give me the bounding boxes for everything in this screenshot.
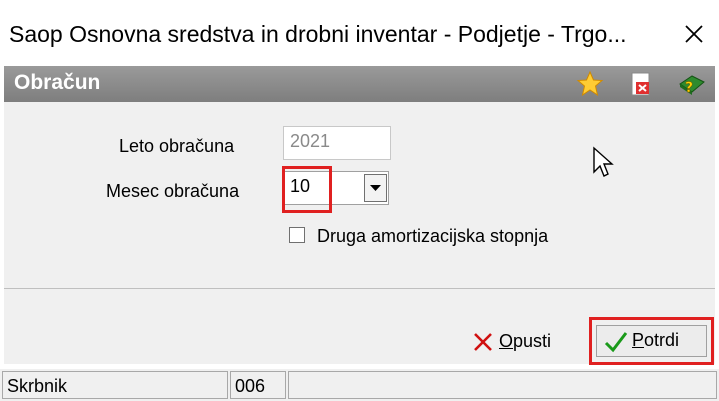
star-icon[interactable] bbox=[576, 70, 604, 98]
potrdi-label: Potrdi bbox=[632, 330, 680, 350]
mesec-dropdown-button[interactable] bbox=[364, 174, 387, 202]
status-code: 006 bbox=[230, 371, 286, 399]
leto-obracuna-field: 2021 bbox=[283, 126, 391, 160]
svg-text:?: ? bbox=[685, 80, 693, 96]
window-title: Saop Osnovna sredstva in drobni inventar… bbox=[9, 21, 627, 47]
chevron-down-icon bbox=[370, 185, 381, 191]
status-bar: Skrbnik 006 bbox=[0, 369, 719, 401]
opusti-button[interactable]: Opusti bbox=[472, 329, 568, 359]
druga-amortizacijska-label: Druga amortizacijska stopnja bbox=[317, 226, 549, 246]
section-title: Obračun bbox=[14, 71, 101, 94]
highlight-box-mesec bbox=[282, 166, 332, 213]
opusti-label: Opusti bbox=[499, 331, 552, 351]
druga-amortizacijska-checkbox[interactable] bbox=[289, 227, 305, 243]
pdf-icon[interactable] bbox=[627, 70, 655, 98]
checkmark-icon bbox=[604, 332, 628, 353]
close-icon[interactable] bbox=[676, 16, 712, 52]
help-book-icon[interactable]: ? bbox=[676, 70, 708, 98]
potrdi-button[interactable]: Potrdi bbox=[589, 317, 714, 365]
leto-obracuna-label: Leto obračuna bbox=[119, 136, 235, 156]
status-user: Skrbnik bbox=[2, 371, 228, 399]
form-separator bbox=[4, 289, 715, 312]
mesec-obracuna-label: Mesec obračuna bbox=[106, 181, 240, 201]
status-info bbox=[288, 371, 717, 399]
mouse-cursor-icon bbox=[593, 146, 614, 177]
section-header: Obračun ? bbox=[4, 66, 715, 102]
cancel-x-icon bbox=[474, 333, 492, 351]
window-titlebar: Saop Osnovna sredstva in drobni inventar… bbox=[0, 0, 719, 66]
